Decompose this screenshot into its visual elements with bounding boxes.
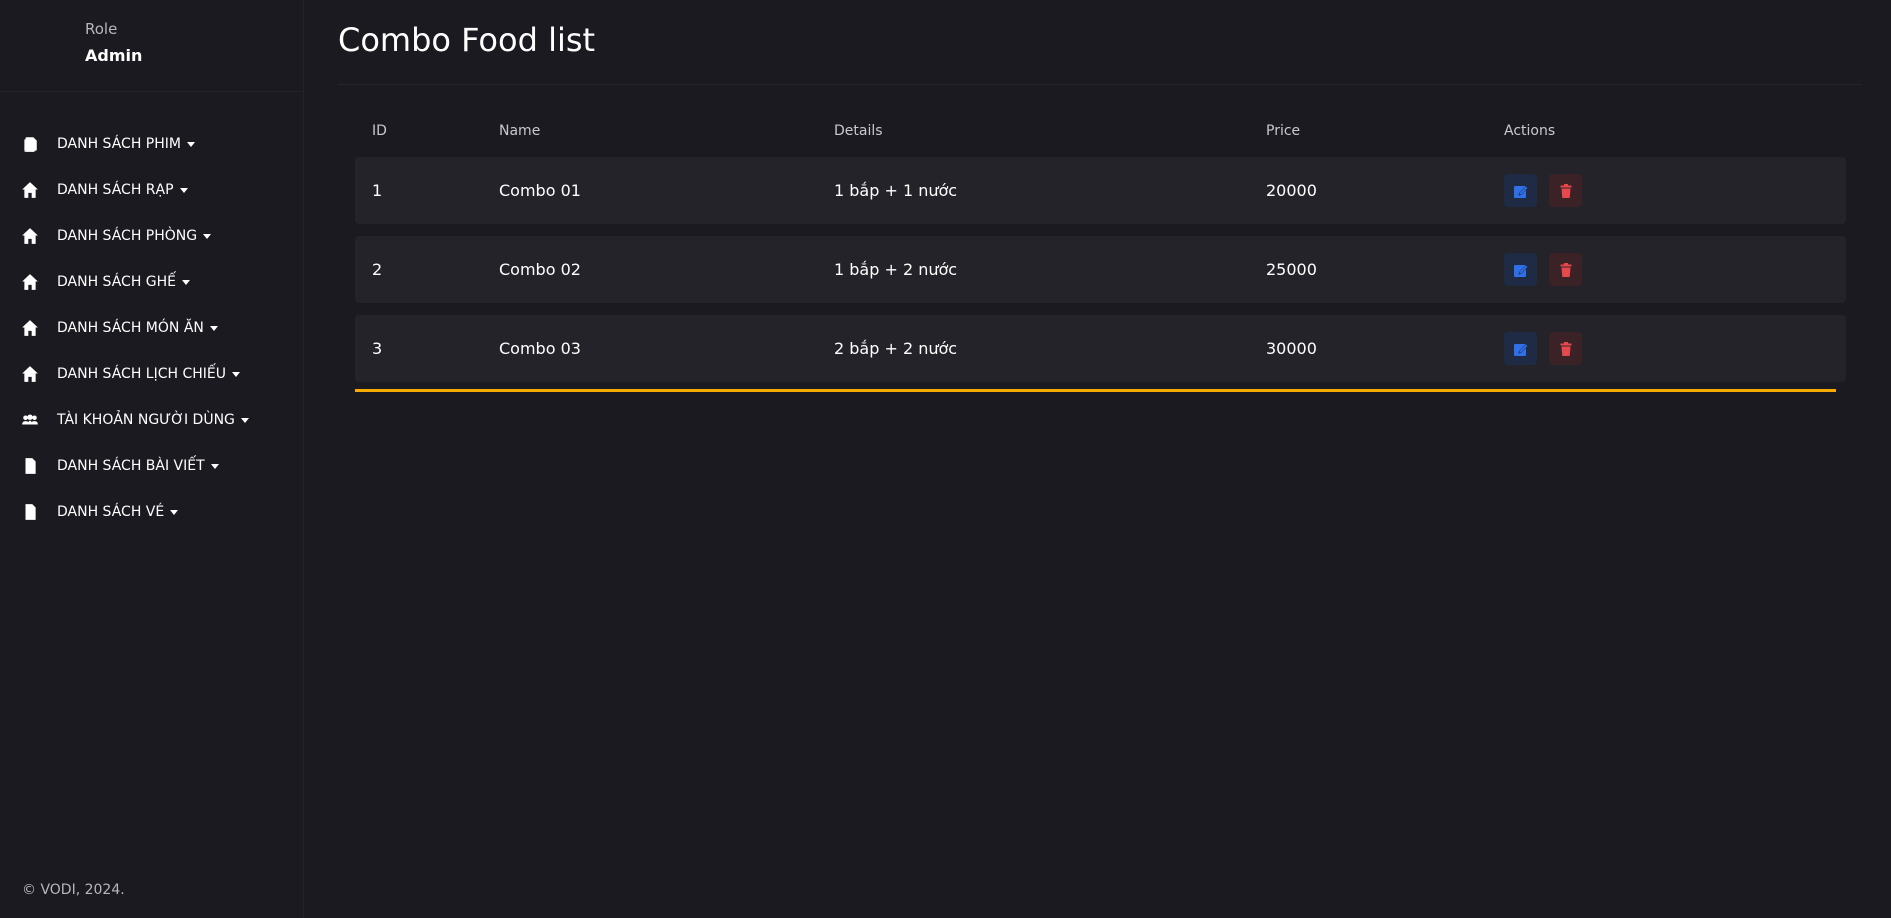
- home-icon: [21, 365, 39, 383]
- app-root: Role Admin DANH SÁCH PHIM DANH SÁCH RẠP: [0, 0, 1891, 918]
- combo-table: ID Name Details Price Actions 1 Combo 01…: [338, 85, 1861, 392]
- sidebar-item-label: DANH SÁCH MÓN ĂN: [57, 320, 204, 336]
- users-icon: [21, 411, 39, 429]
- cell-id: 1: [372, 181, 383, 200]
- caret-down-icon: [240, 417, 249, 423]
- cell-actions: [1504, 253, 1846, 286]
- cell-actions: [1504, 332, 1846, 365]
- cell-price: 30000: [1266, 339, 1317, 358]
- home-icon: [21, 227, 39, 245]
- cell-name: Combo 02: [499, 260, 581, 279]
- cell-name: Combo 03: [499, 339, 581, 358]
- delete-button[interactable]: [1549, 253, 1582, 286]
- sidebar-item-food[interactable]: DANH SÁCH MÓN ĂN: [0, 305, 303, 351]
- column-header-price: Price: [1266, 123, 1301, 139]
- sidebar-item-label: DANH SÁCH PHÒNG: [57, 228, 198, 244]
- page-title: Combo Food list: [338, 21, 596, 59]
- role-value: Admin: [85, 46, 143, 65]
- main-content: Combo Food list ID Name Details Price Ac…: [304, 0, 1891, 918]
- cell-details: 2 bắp + 2 nước: [834, 339, 958, 358]
- home-icon: [21, 181, 39, 199]
- edit-button[interactable]: [1504, 332, 1537, 365]
- cell-name: Combo 01: [499, 181, 581, 200]
- role-block: Role Admin: [0, 0, 303, 92]
- sidebar-item-label: DANH SÁCH VÉ: [57, 504, 165, 520]
- sidebar: Role Admin DANH SÁCH PHIM DANH SÁCH RẠP: [0, 0, 304, 918]
- cell-details: 1 bắp + 2 nước: [834, 260, 958, 279]
- edit-icon: [1513, 185, 1528, 198]
- caret-down-icon: [210, 463, 219, 469]
- file-icon: [21, 503, 39, 521]
- edit-icon: [1513, 343, 1528, 356]
- caret-down-icon: [186, 141, 195, 147]
- sidebar-item-label: DANH SÁCH BÀI VIẾT: [57, 458, 205, 474]
- edit-icon: [1513, 264, 1528, 277]
- column-header-name: Name: [499, 123, 541, 139]
- sidebar-nav: DANH SÁCH PHIM DANH SÁCH RẠP DANH SÁCH P…: [0, 92, 303, 535]
- column-header-actions: Actions: [1504, 123, 1556, 139]
- table-row: 2 Combo 02 1 bắp + 2 nước 25000: [355, 236, 1846, 303]
- trash-icon: [1560, 341, 1571, 356]
- sidebar-item-rooms[interactable]: DANH SÁCH PHÒNG: [0, 213, 303, 259]
- page-header: Combo Food list: [338, 0, 1861, 85]
- sidebar-item-showtimes[interactable]: DANH SÁCH LỊCH CHIẾU: [0, 351, 303, 397]
- caret-down-icon: [170, 509, 179, 515]
- cell-actions: [1504, 174, 1846, 207]
- edit-button[interactable]: [1504, 174, 1537, 207]
- role-label: Role: [85, 20, 118, 38]
- home-icon: [21, 273, 39, 291]
- sidebar-item-movies[interactable]: DANH SÁCH PHIM: [0, 121, 303, 167]
- sidebar-item-label: DANH SÁCH LỊCH CHIẾU: [57, 366, 226, 382]
- table-row: 3 Combo 03 2 bắp + 2 nước 30000: [355, 315, 1846, 382]
- caret-down-icon: [232, 371, 240, 377]
- sidebar-item-cinemas[interactable]: DANH SÁCH RẠP: [0, 167, 303, 213]
- column-header-id: ID: [372, 123, 387, 139]
- home-icon: [21, 319, 39, 337]
- sidebar-item-tickets[interactable]: DANH SÁCH VÉ: [0, 489, 303, 535]
- cell-id: 3: [372, 339, 383, 358]
- cell-id: 2: [372, 260, 383, 279]
- sidebar-item-label: DANH SÁCH PHIM: [57, 136, 181, 152]
- delete-button[interactable]: [1549, 174, 1582, 207]
- column-header-details: Details: [834, 123, 883, 139]
- caret-down-icon: [203, 233, 212, 239]
- cell-price: 20000: [1266, 181, 1317, 200]
- caret-down-icon: [209, 325, 218, 331]
- edit-button[interactable]: [1504, 253, 1537, 286]
- cell-price: 25000: [1266, 260, 1317, 279]
- trash-icon: [1560, 183, 1571, 198]
- sidebar-item-label: DANH SÁCH GHẾ: [57, 274, 177, 290]
- caret-down-icon: [179, 187, 188, 193]
- trash-icon: [1560, 262, 1571, 277]
- sidebar-item-seats[interactable]: DANH SÁCH GHẾ: [0, 259, 303, 305]
- copy-icon: [21, 135, 39, 153]
- table-accent-divider: [355, 389, 1836, 392]
- sidebar-item-users[interactable]: TÀI KHOẢN NGƯỜI DÙNG: [0, 397, 303, 443]
- sidebar-item-label: DANH SÁCH RẠP: [57, 182, 174, 198]
- table-header: ID Name Details Price Actions: [355, 105, 1846, 157]
- delete-button[interactable]: [1549, 332, 1582, 365]
- table-body: 1 Combo 01 1 bắp + 1 nước 20000 2 Combo …: [355, 157, 1846, 382]
- file-icon: [21, 457, 39, 475]
- table-row: 1 Combo 01 1 bắp + 1 nước 20000: [355, 157, 1846, 224]
- sidebar-footer: © VODI, 2024.: [22, 882, 125, 898]
- sidebar-item-posts[interactable]: DANH SÁCH BÀI VIẾT: [0, 443, 303, 489]
- sidebar-item-label: TÀI KHOẢN NGƯỜI DÙNG: [57, 412, 235, 428]
- caret-down-icon: [182, 279, 191, 285]
- cell-details: 1 bắp + 1 nước: [834, 181, 958, 200]
